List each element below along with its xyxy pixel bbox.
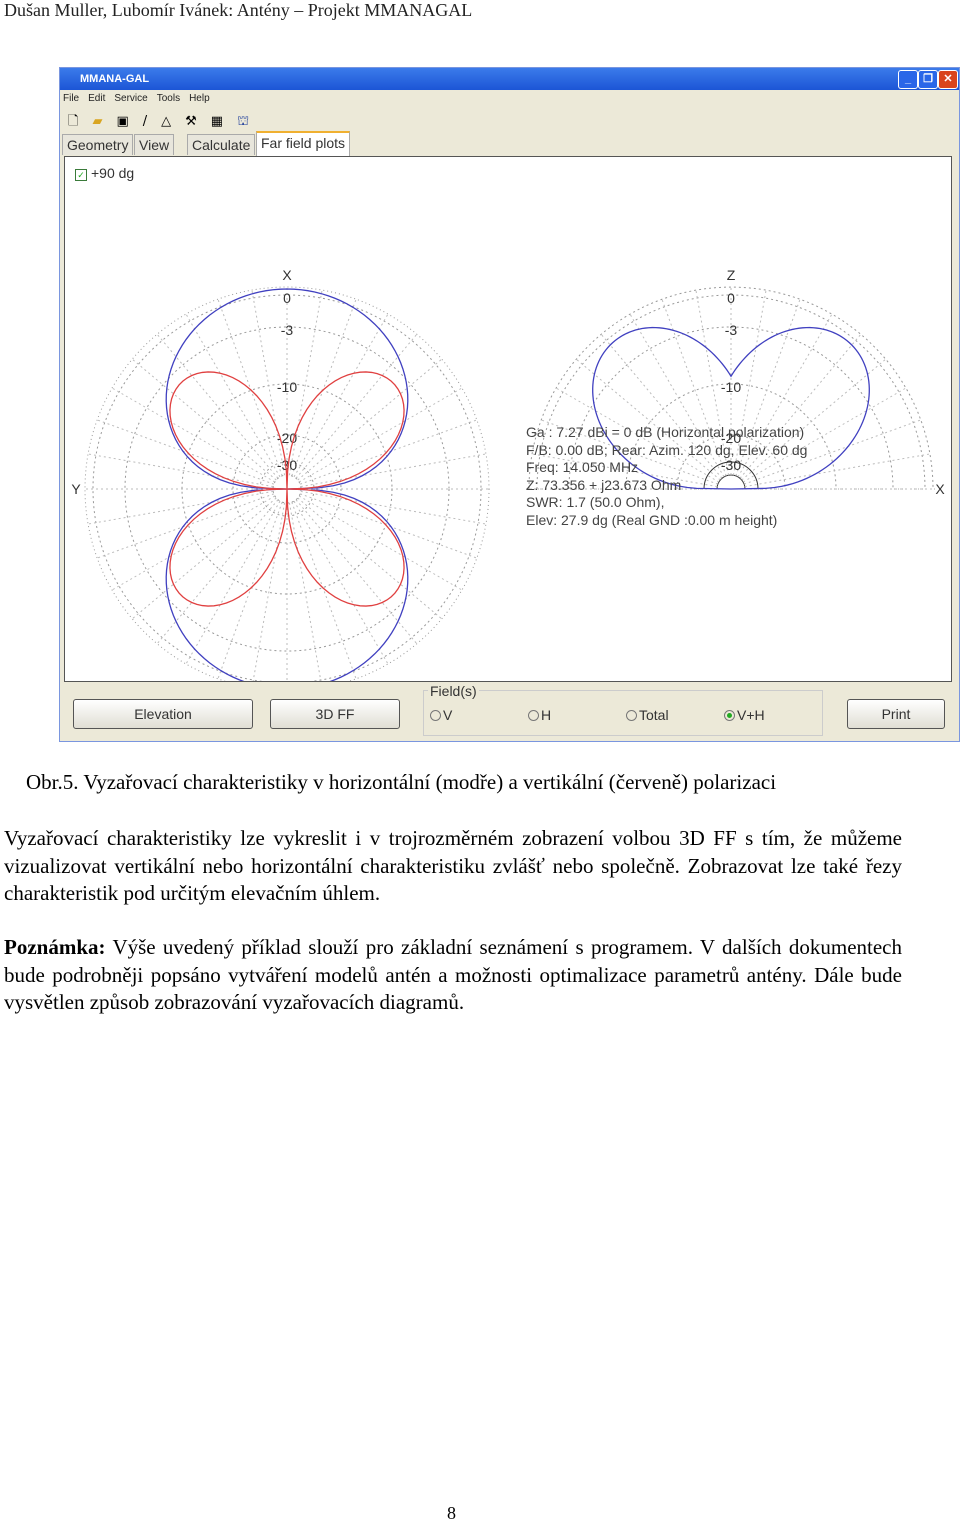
plot-canvas: ✓ +90 dg X Y 0 -3 -10 -20 -30 Z X 0 -3 -10 -20 -30 Ga … xyxy=(64,156,952,682)
app-window: MMANA-GAL _ ❐ ✕ File Edit Service Tools Help… xyxy=(59,67,960,742)
menu-edit[interactable]: Edit xyxy=(88,93,105,104)
note-label: Poznámka: xyxy=(4,935,106,959)
info-impedance: Z: 73.356 + j23.673 Ohm xyxy=(526,476,682,493)
grid-spoke xyxy=(300,490,487,525)
grid-spoke xyxy=(97,493,275,559)
scale-label: 0 xyxy=(283,290,291,306)
tab-far-field-plots[interactable]: Far field plots xyxy=(256,131,351,157)
open-folder-icon[interactable]: ▰ xyxy=(92,114,102,129)
calculator-icon[interactable]: ▦ xyxy=(211,114,223,129)
grid-spoke xyxy=(300,453,487,488)
print-button[interactable]: Print xyxy=(847,699,945,729)
grid-spoke xyxy=(131,497,277,620)
scale-label: -10 xyxy=(277,379,297,395)
grid-spoke xyxy=(217,299,283,477)
menu-file[interactable]: File xyxy=(63,93,79,104)
grid-spoke xyxy=(111,387,276,483)
new-file-icon[interactable]: 🗋 xyxy=(68,114,78,129)
paragraph-3d: Vyzařovací charakteristiky lze vykreslit… xyxy=(4,826,902,905)
3d-ff-button[interactable]: 3D FF xyxy=(270,699,400,729)
paragraph-note: Poznámka: Výše uvedený příklad slouží pr… xyxy=(4,934,902,1017)
grid-spoke xyxy=(156,333,279,479)
grid-spoke xyxy=(291,501,357,679)
grid-spoke xyxy=(156,499,279,645)
minimize-button[interactable]: _ xyxy=(898,70,918,89)
figure-caption: Obr.5. Vyzařovací charakteristiky v hori… xyxy=(26,770,777,794)
grid-spoke xyxy=(293,313,389,478)
scale-label: -10 xyxy=(721,379,741,395)
antenna-info: Ga : 7.27 dBi = 0 dB (Horizontal polariz… xyxy=(526,424,807,530)
info-freq: Freq: 14.050 MHz xyxy=(526,459,639,476)
note-text: Výše uvedený příklad slouží pro základní… xyxy=(4,935,902,1014)
info-fb: F/B: 0.00 dB; Rear: Azim. 120 dg, Elev. … xyxy=(526,441,808,458)
grid-spoke xyxy=(295,333,418,479)
radio-icon xyxy=(528,710,539,721)
axis-label-x: X xyxy=(282,267,292,283)
radio-v[interactable]: V xyxy=(430,707,452,723)
grid-spoke xyxy=(297,497,443,620)
page-header: Dušan Muller, Lubomír Ivánek: Antény – P… xyxy=(4,0,473,20)
plots-svg: XY0-3-10-20-30ZX0-3-10-20-30 xyxy=(71,267,945,681)
tab-view[interactable]: View xyxy=(134,134,175,155)
radio-total[interactable]: Total xyxy=(626,707,669,723)
scale-label: -3 xyxy=(725,322,738,338)
grid-spoke xyxy=(297,358,443,481)
radio-h[interactable]: H xyxy=(528,707,551,723)
vertical-pattern-azimuth xyxy=(169,371,405,607)
toolbar: 🗋 ▰ ▣ / △ ⚒ ▦ ⛫ xyxy=(68,112,263,134)
grid-spoke xyxy=(299,419,477,485)
wire-icon[interactable]: / xyxy=(143,114,147,129)
radio-v-plus-h[interactable]: V+H xyxy=(724,707,765,723)
scale-label: 0 xyxy=(727,290,735,306)
close-button[interactable]: ✕ xyxy=(938,70,958,89)
grid-spoke xyxy=(185,313,281,478)
elevation-button[interactable]: Elevation xyxy=(73,699,253,729)
radio-selected-icon xyxy=(724,710,735,721)
maximize-button[interactable]: ❐ xyxy=(918,70,938,89)
grid-spoke xyxy=(252,502,286,681)
grid-spoke xyxy=(295,499,418,645)
binoculars-icon[interactable]: ⛫ xyxy=(237,114,249,129)
scale-label: -3 xyxy=(281,322,294,338)
page-number: 8 xyxy=(447,1503,456,1523)
menu-bar: File Edit Service Tools Help xyxy=(63,93,219,104)
menu-tools[interactable]: Tools xyxy=(157,93,180,104)
grid-spoke xyxy=(87,453,274,488)
menu-help[interactable]: Help xyxy=(189,93,210,104)
tab-calculate[interactable]: Calculate xyxy=(187,134,256,155)
grid-spoke xyxy=(291,299,357,477)
tab-geometry[interactable]: Geometry xyxy=(62,134,134,155)
title-bar: MMANA-GAL _ ❐ ✕ xyxy=(60,68,959,90)
menu-service[interactable]: Service xyxy=(114,93,147,104)
axis-label-z: Z xyxy=(727,267,736,283)
axis-label-y: Y xyxy=(71,481,81,497)
grid-spoke xyxy=(111,495,276,591)
triangle-icon[interactable]: △ xyxy=(161,114,171,129)
save-icon[interactable]: ▣ xyxy=(116,114,128,129)
grid-spoke xyxy=(298,495,463,591)
grid-spoke xyxy=(185,500,281,665)
grid-spoke xyxy=(131,358,277,481)
window-title: MMANA-GAL xyxy=(80,73,150,85)
info-elev: Elev: 27.9 dg (Real GND :0.00 m height) xyxy=(526,511,778,528)
fields-legend: Field(s) xyxy=(428,683,479,699)
grid-spoke xyxy=(97,419,275,485)
fields-group: Field(s) V H Total V+H xyxy=(423,683,823,736)
axis-label-x: X xyxy=(935,481,945,497)
tools-icon[interactable]: ⚒ xyxy=(185,114,197,129)
info-gain: Ga : 7.27 dBi = 0 dB (Horizontal polariz… xyxy=(526,424,805,440)
grid-spoke xyxy=(298,387,463,483)
grid-spoke xyxy=(87,490,274,525)
info-swr: SWR: 1.7 (50.0 Ohm), xyxy=(526,494,665,511)
radio-icon xyxy=(430,710,441,721)
grid-spoke xyxy=(293,500,389,665)
radio-icon xyxy=(626,710,637,721)
